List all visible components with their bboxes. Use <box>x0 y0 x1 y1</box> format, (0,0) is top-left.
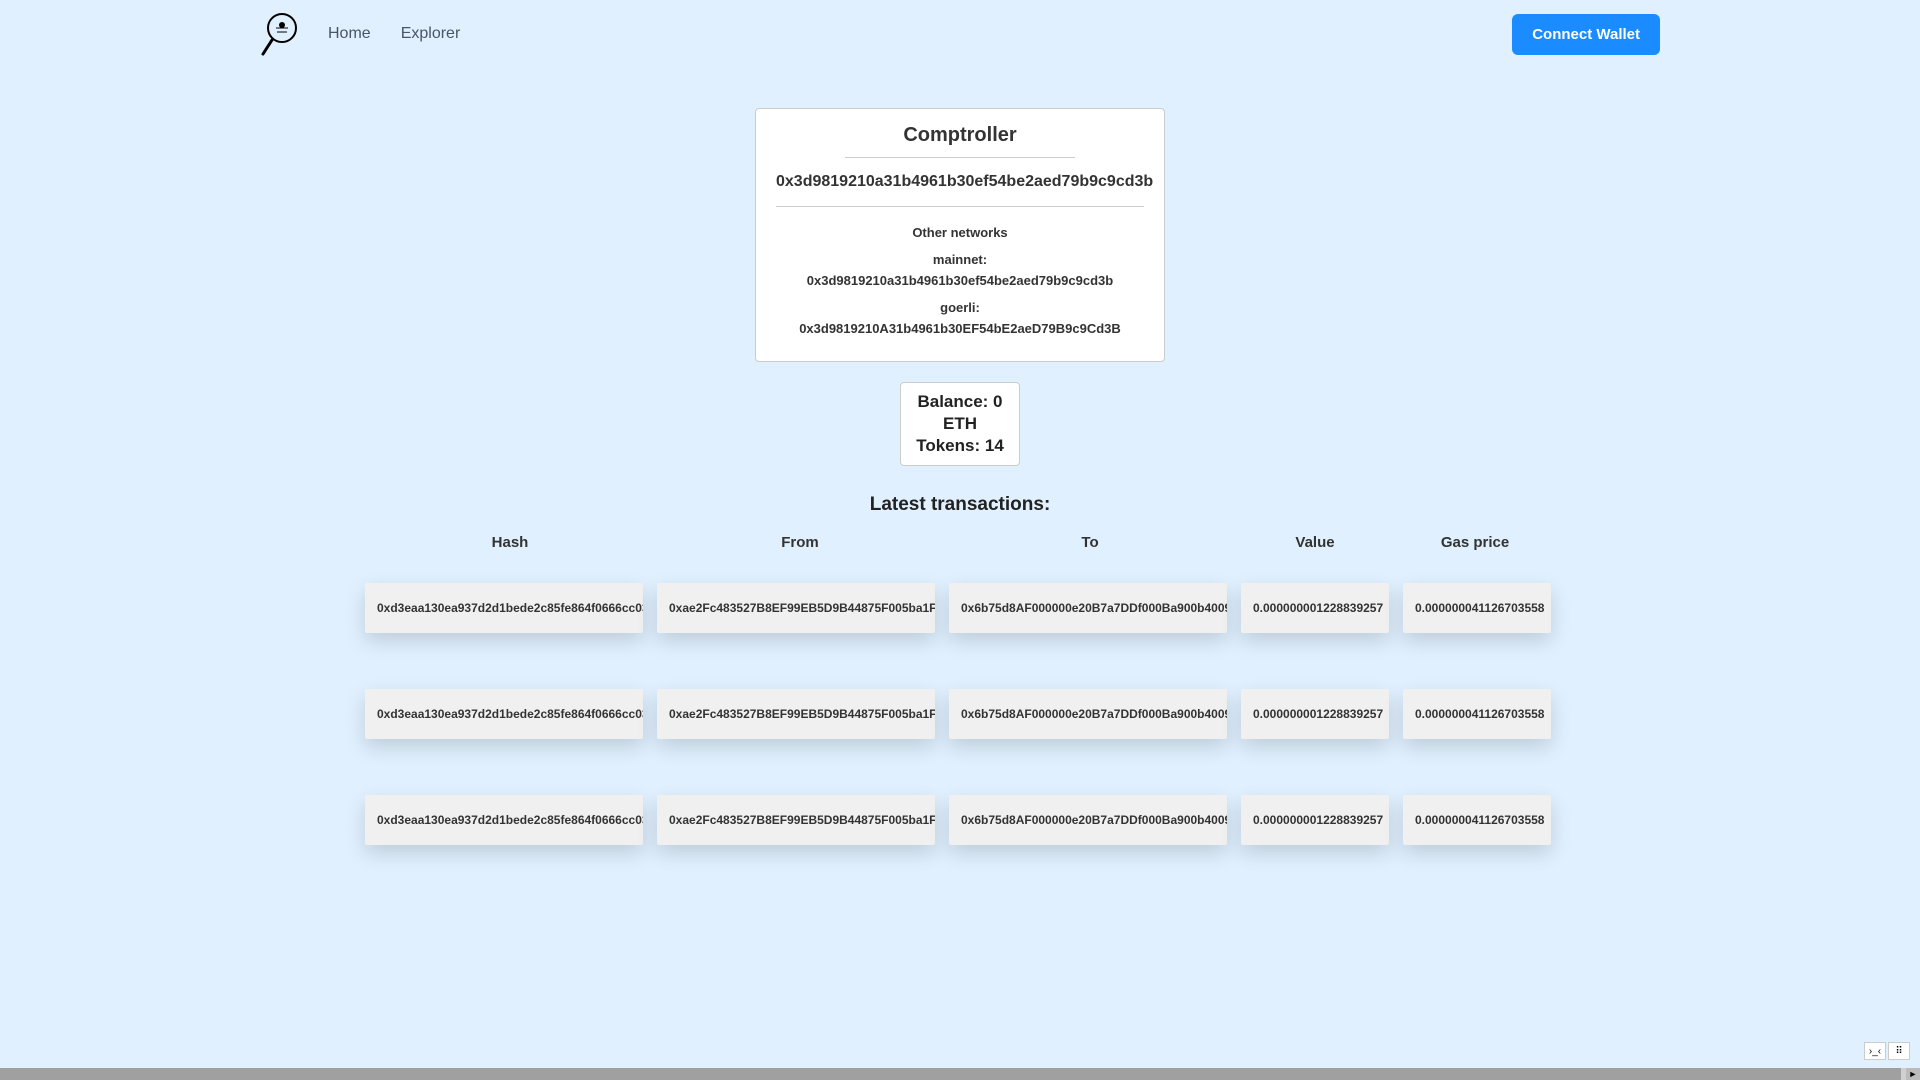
table-row: 0xd3eaa130ea937d2d1bede2c85fe864f0666cc0… <box>365 583 1555 633</box>
cell-to[interactable]: 0x6b75d8AF000000e20B7a7DDf000Ba900b4009A… <box>949 689 1227 739</box>
floating-toolbar: ›_‹ ⠿ <box>1864 1042 1910 1060</box>
other-networks-label: Other networks <box>776 225 1144 240</box>
horizontal-scrollbar[interactable] <box>0 1068 1920 1080</box>
cell-value: 0.000000001228839257 <box>1241 583 1389 633</box>
contract-address: 0x3d9819210a31b4961b30ef54be2aed79b9c9cd… <box>776 158 1144 207</box>
main-nav: Home Explorer <box>328 25 460 43</box>
network-name: mainnet: <box>776 252 1144 267</box>
th-value: Value <box>1235 534 1395 551</box>
contract-card: Comptroller 0x3d9819210a31b4961b30ef54be… <box>755 108 1165 362</box>
nav-explorer[interactable]: Explorer <box>401 25 461 43</box>
tokens-value: Tokens: 14 <box>913 435 1007 457</box>
table-row: 0xd3eaa130ea937d2d1bede2c85fe864f0666cc0… <box>365 689 1555 739</box>
cell-hash[interactable]: 0xd3eaa130ea937d2d1bede2c85fe864f0666cc0… <box>365 583 643 633</box>
balance-box: Balance: 0 ETH Tokens: 14 <box>900 382 1020 466</box>
cell-from[interactable]: 0xae2Fc483527B8EF99EB5D9B44875F005ba1FaE… <box>657 583 935 633</box>
connect-wallet-button[interactable]: Connect Wallet <box>1512 14 1660 55</box>
balance-value: Balance: 0 ETH <box>913 391 1007 435</box>
cell-gas: 0.000000041126703558 <box>1403 583 1551 633</box>
network-address: 0x3d9819210a31b4961b30ef54be2aed79b9c9cd… <box>776 273 1144 288</box>
scroll-right-icon[interactable]: ► <box>1906 1068 1920 1080</box>
tx-section-title: Latest transactions: <box>0 494 1920 516</box>
th-hash: Hash <box>365 534 655 551</box>
cell-from[interactable]: 0xae2Fc483527B8EF99EB5D9B44875F005ba1FaE… <box>657 795 935 845</box>
network-address: 0x3d9819210A31b4961b30EF54bE2aeD79B9c9Cd… <box>776 321 1144 336</box>
cell-to[interactable]: 0x6b75d8AF000000e20B7a7DDf000Ba900b4009A… <box>949 795 1227 845</box>
cell-from[interactable]: 0xae2Fc483527B8EF99EB5D9B44875F005ba1FaE… <box>657 689 935 739</box>
grid-icon[interactable]: ⠿ <box>1888 1042 1910 1060</box>
cell-to[interactable]: 0x6b75d8AF000000e20B7a7DDf000Ba900b4009A… <box>949 583 1227 633</box>
cell-gas: 0.000000041126703558 <box>1403 795 1551 845</box>
magnifier-bug-icon <box>260 10 308 58</box>
console-icon[interactable]: ›_‹ <box>1864 1042 1886 1060</box>
th-from: From <box>655 534 945 551</box>
table-row: 0xd3eaa130ea937d2d1bede2c85fe864f0666cc0… <box>365 795 1555 845</box>
network-name: goerli: <box>776 300 1144 315</box>
tx-table: Hash From To Value Gas price 0xd3eaa130e… <box>365 534 1555 845</box>
contract-title: Comptroller <box>845 124 1075 158</box>
cell-gas: 0.000000041126703558 <box>1403 689 1551 739</box>
th-to: To <box>945 534 1235 551</box>
nav-home[interactable]: Home <box>328 25 371 43</box>
th-gas: Gas price <box>1395 534 1555 551</box>
cell-value: 0.000000001228839257 <box>1241 689 1389 739</box>
cell-hash[interactable]: 0xd3eaa130ea937d2d1bede2c85fe864f0666cc0… <box>365 795 643 845</box>
cell-hash[interactable]: 0xd3eaa130ea937d2d1bede2c85fe864f0666cc0… <box>365 689 643 739</box>
cell-value: 0.000000001228839257 <box>1241 795 1389 845</box>
